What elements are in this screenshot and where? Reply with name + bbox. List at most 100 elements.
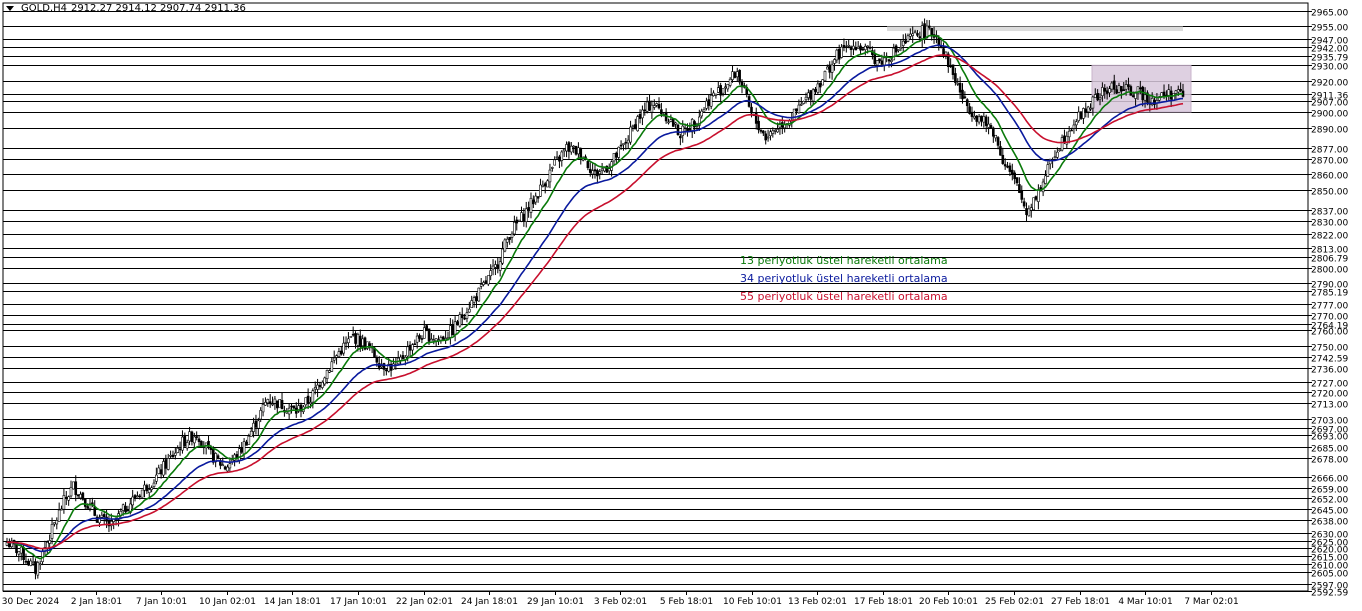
dropdown-triangle-icon[interactable] <box>6 6 14 11</box>
candle-body <box>309 402 312 405</box>
candle-body <box>458 314 462 327</box>
candle-body <box>81 492 85 500</box>
candle-body <box>845 46 848 49</box>
candle-body <box>572 145 575 148</box>
candle-body <box>131 496 134 506</box>
candle-body <box>24 560 28 563</box>
candle-body <box>55 520 59 525</box>
candle-body <box>1046 164 1050 177</box>
time-tick-label: 10 Jan 02:01 <box>199 597 256 607</box>
candle-body <box>669 119 673 122</box>
candle-body <box>1008 165 1012 172</box>
candle-body <box>228 463 232 469</box>
candle-body <box>513 221 516 235</box>
candle-body <box>1101 87 1104 97</box>
candle-body <box>1162 91 1166 97</box>
candle-body <box>323 377 327 385</box>
candle-body <box>821 79 824 86</box>
price-tick-label: 2645.00 <box>1311 507 1348 517</box>
candle-body <box>126 509 130 512</box>
price-tick-label: 2742.59 <box>1311 355 1348 365</box>
candle-body <box>733 72 737 78</box>
candle-body <box>354 333 357 344</box>
candle-body <box>1082 108 1085 119</box>
candle-body <box>195 436 198 438</box>
candle-body <box>828 64 832 73</box>
candle-body <box>954 73 957 83</box>
price-tick-label: 2678.00 <box>1311 456 1348 466</box>
candle-body <box>968 106 971 114</box>
candle-body <box>1015 177 1019 184</box>
candle-body <box>1093 94 1097 98</box>
candle-body <box>441 336 445 340</box>
candle-body <box>588 168 592 173</box>
candle-body <box>413 343 417 346</box>
candle-body <box>731 71 734 80</box>
candle-body <box>622 143 625 145</box>
candle-body <box>769 131 772 137</box>
candle-body <box>539 184 542 197</box>
candle-body <box>541 184 545 187</box>
candle-body <box>150 487 153 490</box>
candle-body <box>1105 90 1109 94</box>
time-tick-label: 27 Feb 18:01 <box>1051 597 1110 607</box>
candle-body <box>529 197 533 213</box>
candle-body <box>811 89 815 102</box>
candle-body <box>906 35 910 42</box>
candle-body <box>1110 82 1114 90</box>
candle-body <box>181 436 184 451</box>
candle-body <box>470 300 474 308</box>
candle-body <box>242 441 246 455</box>
candle-body <box>764 133 768 141</box>
candle-body <box>1077 111 1080 121</box>
candle-body <box>856 46 860 49</box>
candle-body <box>72 481 75 490</box>
candle-body <box>183 434 187 447</box>
candle-body <box>999 146 1002 156</box>
price-tick-label: 2830.00 <box>1311 219 1348 229</box>
candle-body <box>482 282 485 285</box>
candle-body <box>1001 154 1005 164</box>
candle-body <box>290 405 293 408</box>
candle-body <box>406 346 409 357</box>
price-chart[interactable]: 2965.002955.002947.002942.002935.792930.… <box>0 0 1362 611</box>
candle-body <box>330 361 334 372</box>
candle-body <box>17 551 21 555</box>
price-tick-label: 2965.00 <box>1311 9 1348 19</box>
candle-body <box>724 86 727 89</box>
candle-body <box>124 505 127 513</box>
candle-body <box>553 159 556 166</box>
candle-body <box>1108 88 1111 94</box>
candle-body <box>102 514 106 518</box>
candle-body <box>1139 87 1142 90</box>
candle-body <box>342 342 345 354</box>
price-tick-label: 2727.00 <box>1311 380 1348 390</box>
candle-body <box>19 546 23 554</box>
candle-body <box>152 482 156 487</box>
candle-body <box>887 59 891 62</box>
candle-body <box>1018 184 1021 193</box>
candle-body <box>612 153 616 162</box>
candle-body <box>1063 135 1066 143</box>
candle-body <box>657 104 661 109</box>
candle-body <box>1044 175 1047 184</box>
candle-body <box>349 336 353 338</box>
candle-body <box>762 130 765 134</box>
candle-body <box>247 435 251 445</box>
candle-body <box>38 563 42 566</box>
candle-body <box>799 103 803 106</box>
candle-body <box>62 495 66 510</box>
candle-body <box>532 199 535 205</box>
candle-body <box>1022 201 1026 207</box>
candle-body <box>145 485 149 492</box>
candle-body <box>735 71 739 78</box>
candle-body <box>641 109 644 119</box>
candle-body <box>524 208 528 222</box>
time-tick-label: 17 Jan 10:01 <box>330 597 387 607</box>
time-tick-label: 3 Feb 02:01 <box>594 597 647 607</box>
price-tick-label: 2822.00 <box>1311 232 1348 242</box>
candle-body <box>472 297 476 303</box>
candle-body <box>157 467 161 474</box>
candle-body <box>629 126 632 143</box>
candle-body <box>930 27 933 36</box>
